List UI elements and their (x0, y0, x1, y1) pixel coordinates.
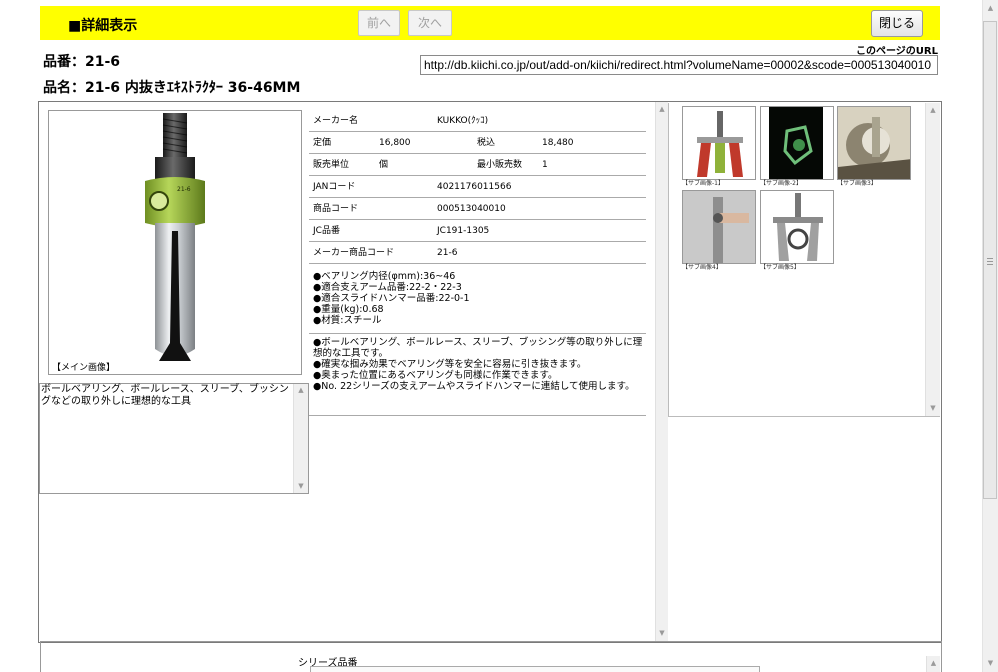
scroll-down-arrow-icon[interactable]: ▼ (983, 659, 998, 668)
thumbnail-scrollbar[interactable]: ▲ ▼ (925, 103, 940, 416)
feature-item: ●材質:スチール (313, 315, 382, 326)
scroll-down-arrow-icon[interactable]: ▼ (926, 404, 940, 413)
note-item: ●ボールベアリング、ボールレース、スリーブ、ブッシング等の取り外しに理想的な工具… (313, 337, 643, 359)
spec-value: KUKKO(ｸｯｺ) (437, 116, 489, 126)
thumbnail-3[interactable]: 【サブ画像3】 (837, 106, 911, 188)
thumbnail-image[interactable] (837, 106, 911, 180)
close-button[interactable]: 閉じる (871, 10, 923, 37)
thumbnail-caption: 【サブ画像5】 (760, 264, 800, 271)
prev-button[interactable]: 前へ (358, 10, 400, 36)
thumbnail-caption: 【サブ画像4】 (682, 264, 722, 271)
feature-item: ●適合スライドハンマー品番:22-0-1 (313, 293, 470, 304)
spec-row-code: 商品コード 000513040010 (309, 198, 646, 220)
feature-item: ●重量(kg):0.68 (313, 304, 384, 315)
thumbnail-1[interactable]: 【サブ画像-1】 (682, 106, 756, 188)
spec-row-jan: JANコード 4021176011566 (309, 176, 646, 198)
thumbnail-image[interactable] (760, 190, 834, 264)
spec-value: 21-6 (437, 248, 458, 258)
divider (309, 333, 646, 334)
spec-value: 4021176011566 (437, 182, 512, 192)
thumbnail-caption: 【サブ画像-1】 (682, 180, 724, 187)
feature-item: ●適合支えアーム品番:22-2・22-3 (313, 282, 462, 293)
spec-label: JANコード (313, 182, 356, 192)
spec-label: JC品番 (313, 226, 340, 236)
next-button[interactable]: 次へ (408, 10, 452, 36)
scroll-down-arrow-icon[interactable]: ▼ (656, 629, 668, 638)
product-name: 品名：21-6 内抜きｴｷｽﾄﾗｸﾀｰ 36-46MM (43, 80, 301, 96)
scroll-up-arrow-icon[interactable]: ▲ (927, 659, 940, 668)
note-item: ●No. 22シリーズの支えアームやスライドハンマーに連結して使用します。 (313, 381, 635, 392)
scroll-down-arrow-icon[interactable]: ▼ (294, 482, 308, 491)
spec-value: 000513040010 (437, 204, 506, 214)
thumbnail-5[interactable]: 【サブ画像5】 (760, 190, 834, 272)
note-item: ●奥まった位置にあるベアリングも同様に作業できます。 (313, 370, 558, 381)
thumbnail-caption: 【サブ画像3】 (837, 180, 877, 187)
grip-line (987, 264, 993, 265)
page-title: ■詳細表示 (68, 18, 138, 34)
spec-label: メーカー商品コード (313, 248, 395, 258)
thumbnail-caption: 【サブ画像-2】 (760, 180, 802, 187)
header-bar: ■詳細表示 前へ 次へ 閉じる (40, 6, 940, 40)
note-item: ●確実な掴み効果でベアリング等を安全に容易に引き抜きます。 (313, 359, 587, 370)
spec-table: メーカー名 KUKKO(ｸｯｺ) 定価 16,800 税込 18,480 販売単… (309, 110, 646, 264)
thumbnail-4[interactable]: 【サブ画像4】 (682, 190, 756, 272)
spec-row-jc: JC品番 JC191-1305 (309, 220, 646, 242)
divider (309, 415, 646, 416)
series-scrollbar[interactable]: ▲ (926, 656, 940, 672)
scroll-up-arrow-icon[interactable]: ▲ (926, 106, 940, 115)
tool-label: 21-6 (177, 186, 191, 193)
spec-value: JC191-1305 (437, 226, 490, 236)
page-scroll-thumb[interactable] (983, 21, 997, 499)
feature-list: ●ベアリング内径(φmm):36~46 ●適合支えアーム品番:22-2・22-3… (313, 271, 470, 326)
grip-line (987, 261, 993, 262)
feature-item: ●ベアリング内径(φmm):36~46 (313, 271, 456, 282)
spec-row-maker: メーカー名 KUKKO(ｸｯｺ) (309, 110, 646, 132)
spec-value: 18,480 (542, 138, 574, 148)
spec-value: 個 (379, 160, 389, 170)
spec-row-unit: 販売単位 個 最小販売数 1 (309, 154, 646, 176)
thumbnail-image[interactable] (682, 190, 756, 264)
spec-label: 販売単位 (313, 160, 350, 170)
thumbnail-image[interactable] (682, 106, 756, 180)
spec-row-price: 定価 16,800 税込 18,480 (309, 132, 646, 154)
product-code: 品番：21-6 (43, 54, 121, 70)
scroll-up-arrow-icon[interactable]: ▲ (656, 105, 668, 114)
grip-line (987, 258, 993, 259)
spec-label: 商品コード (313, 204, 359, 214)
spec-label: 定価 (313, 138, 332, 148)
spec-value: 16,800 (379, 138, 411, 148)
thumbnail-image[interactable] (760, 106, 834, 180)
description-scrollbar[interactable]: ▲ ▼ (293, 384, 308, 493)
main-image-caption: 【メイン画像】 (52, 363, 116, 373)
main-image[interactable]: 21-6 【メイン画像】 (48, 110, 302, 375)
description-text: ボールベアリング、ボールレース、スリーブ、ブッシングなどの取り外しに理想的な工具 (41, 384, 289, 407)
spec-row-maker-code: メーカー商品コード 21-6 (309, 242, 646, 264)
scroll-up-arrow-icon[interactable]: ▲ (294, 386, 308, 395)
spec-label: 税込 (477, 138, 496, 148)
page-url-field[interactable]: http://db.kiichi.co.jp/out/add-on/kiichi… (420, 55, 938, 75)
series-table (310, 666, 760, 672)
notes-list: ●ボールベアリング、ボールレース、スリーブ、ブッシング等の取り外しに理想的な工具… (313, 337, 643, 392)
thumbnail-2[interactable]: 【サブ画像-2】 (760, 106, 834, 188)
description-box[interactable]: ボールベアリング、ボールレース、スリーブ、ブッシングなどの取り外しに理想的な工具… (39, 383, 309, 494)
extractor-tool-image: 21-6 (145, 113, 205, 361)
spec-label: メーカー名 (313, 116, 359, 126)
spec-value: 1 (542, 160, 548, 170)
spec-panel-scrollbar[interactable]: ▲ ▼ (655, 102, 668, 641)
scroll-up-arrow-icon[interactable]: ▲ (983, 4, 998, 13)
spec-label: 最小販売数 (477, 160, 523, 170)
